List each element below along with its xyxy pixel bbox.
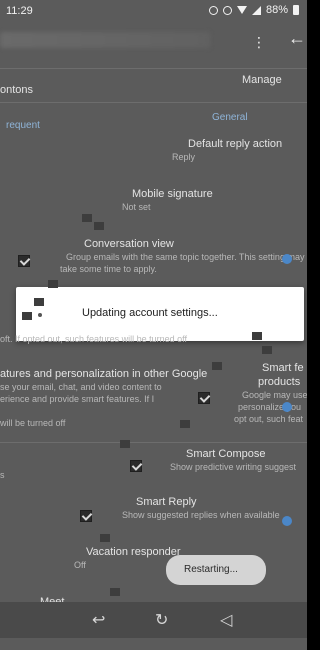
glitch-artifact xyxy=(94,222,104,230)
shared-products-title: products xyxy=(258,376,301,388)
wifi-icon xyxy=(236,6,247,14)
smart-features-sub4: will be turned off xyxy=(0,418,66,428)
status-bar: 11:29 88% xyxy=(0,0,307,22)
glitch-artifact xyxy=(34,298,44,306)
smart-features-sub3: erience and provide smart features. If I xyxy=(0,394,155,404)
more-vert-icon[interactable]: ⋮ xyxy=(252,34,266,51)
smart-reply-title[interactable]: Smart Reply xyxy=(136,496,197,508)
glitch-artifact xyxy=(22,312,32,320)
default-reply-value: Reply xyxy=(172,152,196,162)
glitch-artifact xyxy=(82,214,92,222)
divider xyxy=(0,68,307,69)
alarm-icon xyxy=(208,5,218,15)
nav-back-icon[interactable]: ↩ xyxy=(92,610,105,630)
toggle-indicator xyxy=(282,254,292,264)
glitch-artifact xyxy=(262,346,272,354)
glitch-artifact xyxy=(120,440,130,448)
smart-compose-title[interactable]: Smart Compose xyxy=(186,448,265,460)
account-title-blurred xyxy=(0,32,210,48)
mobile-signature-title[interactable]: Mobile signature xyxy=(132,188,213,200)
side-label: s xyxy=(0,470,5,480)
nav-home-icon[interactable]: ↻ xyxy=(155,610,168,630)
arrow-back-icon[interactable]: ← xyxy=(288,28,306,49)
app-bar: ⋮ ← xyxy=(0,22,307,66)
notifications-label[interactable]: ontons xyxy=(0,84,33,96)
dialog-message: Updating account settings... xyxy=(82,307,218,319)
divider xyxy=(0,442,307,443)
smart-features-title[interactable]: atures and personalization in other Goog… xyxy=(0,368,207,380)
battery-text: 88% xyxy=(265,4,288,16)
glitch-artifact xyxy=(252,332,262,340)
signal-icon xyxy=(251,5,261,15)
general-section-header: General xyxy=(212,112,248,123)
screen: 11:29 88% ⋮ ← Manage ontons requent Gene… xyxy=(0,0,307,650)
nav-recent-icon[interactable]: ◁ xyxy=(220,610,232,630)
smart-reply-checkbox[interactable] xyxy=(80,510,92,522)
glitch-artifact xyxy=(180,420,190,428)
vibrate-icon xyxy=(222,5,232,15)
mobile-signature-value: Not set xyxy=(122,202,151,212)
vacation-responder-value: Off xyxy=(74,560,86,570)
vacation-responder-title[interactable]: Vacation responder xyxy=(86,546,181,558)
smart-reply-sub: Show suggested replies when available xyxy=(122,510,280,520)
smart-compose-checkbox[interactable] xyxy=(130,460,142,472)
status-icons: 88% xyxy=(208,4,299,16)
conversation-view-sub: Group emails with the same topic togethe… xyxy=(66,252,305,262)
status-time: 11:29 xyxy=(6,5,33,17)
shared-features-title[interactable]: Smart fe xyxy=(262,362,304,374)
toast-message: Restarting... xyxy=(184,564,238,575)
divider xyxy=(0,102,307,103)
battery-icon xyxy=(293,5,299,15)
toggle-indicator xyxy=(282,402,292,412)
shared-sub3: opt out, such feat xyxy=(234,414,304,424)
smart-features-sub2: se your email, chat, and video content t… xyxy=(0,382,162,392)
progress-spinner-icon xyxy=(38,313,42,317)
glitch-artifact xyxy=(48,280,58,288)
default-reply-title[interactable]: Default reply action xyxy=(188,138,282,150)
glitch-artifact xyxy=(110,588,120,596)
conversation-view-checkbox[interactable] xyxy=(18,255,30,267)
navigation-bar: ↩ ↻ ◁ xyxy=(0,602,307,638)
smart-features-sub: oft. If opted out, such features will be… xyxy=(0,334,187,344)
glitch-artifact xyxy=(100,534,110,542)
shared-sub: Google may use xyxy=(242,390,307,400)
conversation-view-sub2: take some time to apply. xyxy=(60,264,157,274)
restarting-toast: Restarting... xyxy=(166,555,266,585)
shared-features-checkbox[interactable] xyxy=(198,392,210,404)
frequent-label: requent xyxy=(6,120,40,131)
toggle-indicator xyxy=(282,516,292,526)
glitch-artifact xyxy=(212,362,222,370)
conversation-view-title[interactable]: Conversation view xyxy=(84,238,174,250)
smart-compose-sub: Show predictive writing suggest xyxy=(170,462,297,472)
manage-label[interactable]: Manage xyxy=(242,74,282,86)
